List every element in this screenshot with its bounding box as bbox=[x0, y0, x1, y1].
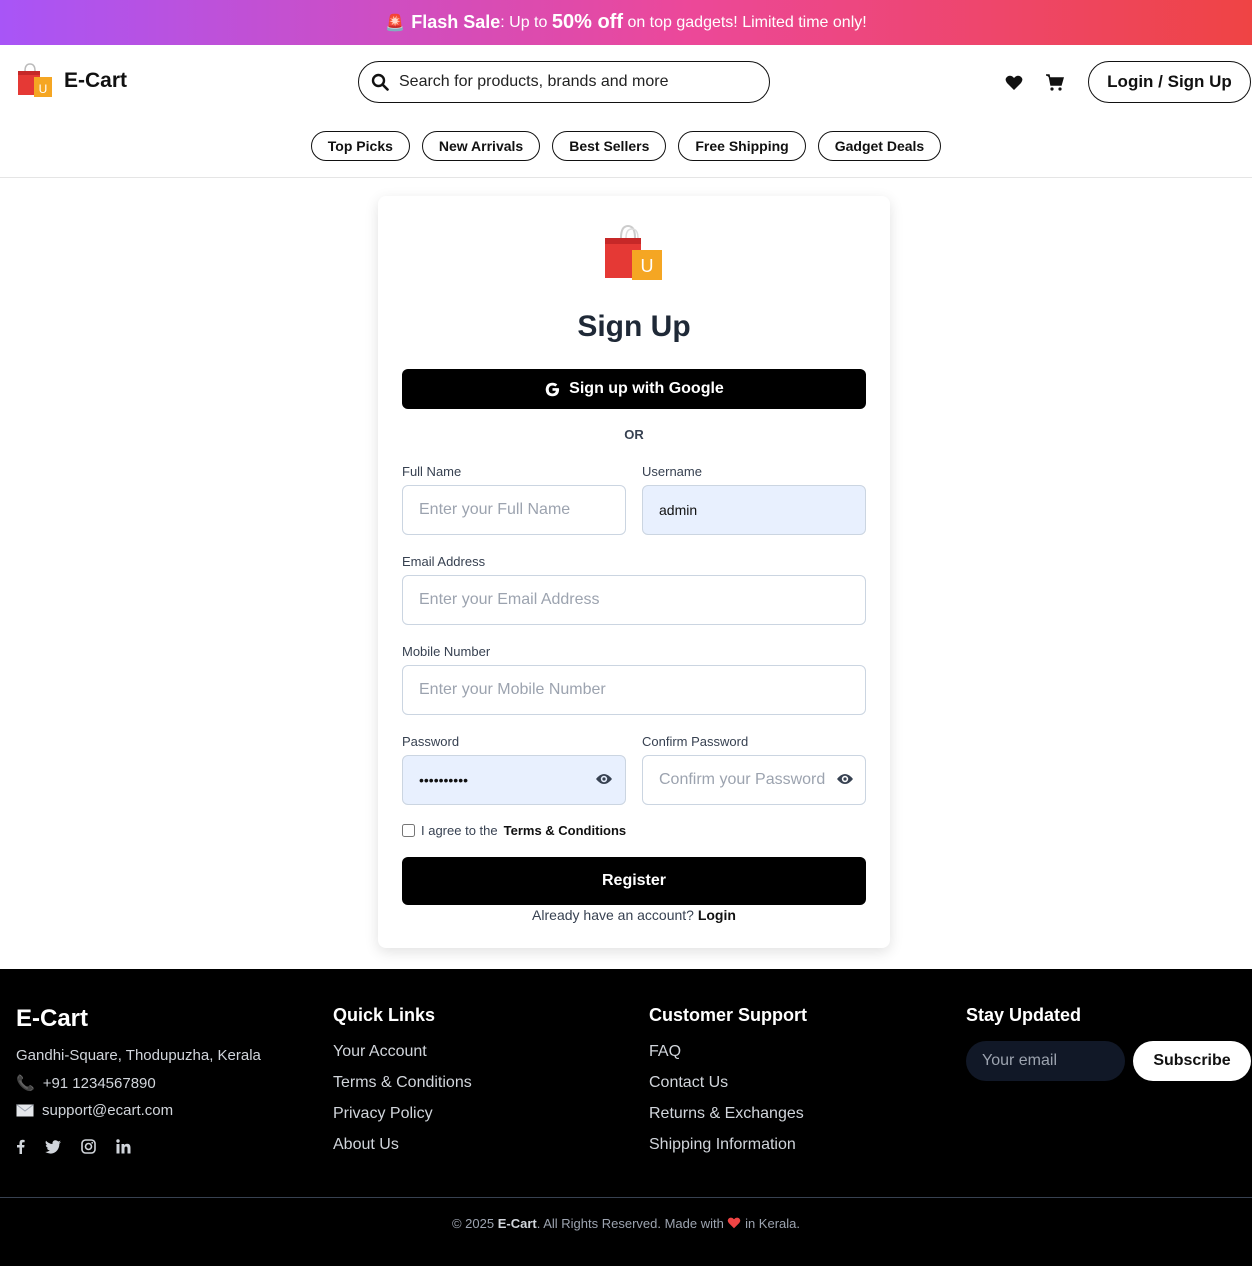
category-best-sellers[interactable]: Best Sellers bbox=[552, 131, 667, 161]
site-header: U E-Cart Login / Sign Up bbox=[0, 45, 1252, 122]
google-icon bbox=[545, 382, 560, 396]
shopping-bag-logo: U bbox=[18, 63, 52, 97]
terms-link[interactable]: Terms & Conditions bbox=[504, 823, 627, 838]
main-content: U Sign Up Sign up with Google OR Full Na… bbox=[0, 178, 1252, 969]
heart-icon bbox=[728, 1217, 741, 1229]
copyright-brand: E-Cart bbox=[497, 1216, 537, 1231]
footer-brand-column: E-Cart Gandhi-Square, Thodupuzha, Kerala… bbox=[16, 1005, 261, 1154]
link-your-account[interactable]: Your Account bbox=[333, 1043, 472, 1061]
category-nav: Top Picks New Arrivals Best Sellers Free… bbox=[0, 122, 1252, 178]
footer-address: Gandhi-Square, Thodupuzha, Kerala bbox=[16, 1047, 261, 1064]
twitter-icon[interactable] bbox=[45, 1139, 61, 1154]
category-top-picks[interactable]: Top Picks bbox=[310, 131, 410, 161]
mail-icon bbox=[16, 1104, 34, 1117]
already-text: Already have an account? bbox=[532, 907, 694, 923]
copyright-post: in Kerala. bbox=[741, 1216, 801, 1231]
agree-text: I agree to the bbox=[421, 823, 498, 838]
search-bar[interactable] bbox=[358, 61, 770, 103]
link-terms[interactable]: Terms & Conditions bbox=[333, 1074, 472, 1092]
link-shipping[interactable]: Shipping Information bbox=[649, 1136, 807, 1154]
footer-divider bbox=[0, 1197, 1252, 1198]
confirm-password-label: Confirm Password bbox=[642, 734, 749, 749]
link-about[interactable]: About Us bbox=[333, 1136, 472, 1154]
flash-text-1: : Up to bbox=[500, 13, 548, 31]
quick-links-title: Quick Links bbox=[333, 1005, 436, 1025]
copyright-pre: © 2025 bbox=[451, 1216, 498, 1231]
flash-sale-label: Flash Sale bbox=[411, 12, 501, 32]
login-link[interactable]: Login bbox=[698, 907, 736, 923]
search-icon bbox=[371, 73, 389, 91]
shopping-bag-logo: U bbox=[605, 224, 662, 280]
subscribe-button[interactable]: Subscribe bbox=[1133, 1041, 1251, 1081]
footer-email-row: support@ecart.com bbox=[16, 1102, 261, 1119]
phone-icon: 📞 bbox=[16, 1075, 35, 1092]
flash-text-2: on top gadgets! Limited time only! bbox=[627, 13, 867, 31]
copyright: © 2025 E-Cart. All Rights Reserved. Made… bbox=[0, 1216, 1252, 1231]
flash-percent: 50% off bbox=[551, 11, 623, 33]
username-input[interactable] bbox=[642, 485, 866, 535]
mobile-input[interactable] bbox=[402, 665, 866, 715]
terms-agreement: I agree to the Terms & Conditions bbox=[402, 823, 626, 838]
siren-icon: 🚨 bbox=[385, 14, 406, 32]
link-faq[interactable]: FAQ bbox=[649, 1043, 807, 1061]
google-signup-button[interactable]: Sign up with Google bbox=[402, 369, 866, 409]
link-returns[interactable]: Returns & Exchanges bbox=[649, 1105, 807, 1123]
register-button[interactable]: Register bbox=[402, 857, 866, 905]
stay-updated-title: Stay Updated bbox=[966, 1005, 1082, 1025]
footer-phone: +91 1234567890 bbox=[42, 1074, 156, 1092]
instagram-icon[interactable] bbox=[81, 1139, 96, 1154]
brand-logo[interactable]: U E-Cart bbox=[16, 63, 127, 99]
cart-icon[interactable] bbox=[1046, 74, 1064, 91]
social-links bbox=[16, 1139, 261, 1154]
email-input[interactable] bbox=[402, 575, 866, 625]
link-privacy[interactable]: Privacy Policy bbox=[333, 1105, 472, 1123]
password-input[interactable] bbox=[402, 755, 626, 805]
brand-name: E-Cart bbox=[64, 69, 128, 92]
signup-title: Sign Up bbox=[577, 310, 691, 343]
footer-phone-row: 📞 +91 1234567890 bbox=[16, 1074, 261, 1093]
confirm-password-input[interactable] bbox=[642, 755, 866, 805]
category-gadget-deals[interactable]: Gadget Deals bbox=[817, 131, 942, 161]
search-input[interactable] bbox=[399, 73, 739, 91]
newsletter-email-input[interactable] bbox=[966, 1041, 1125, 1081]
already-account-text: Already have an account? Login bbox=[378, 907, 890, 923]
link-contact[interactable]: Contact Us bbox=[649, 1074, 807, 1092]
full-name-input[interactable] bbox=[402, 485, 626, 535]
eye-icon[interactable] bbox=[836, 772, 854, 786]
google-signup-label: Sign up with Google bbox=[569, 380, 724, 397]
support-title: Customer Support bbox=[649, 1005, 808, 1025]
footer-brand: E-Cart bbox=[16, 1005, 89, 1032]
category-new-arrivals[interactable]: New Arrivals bbox=[421, 131, 541, 161]
terms-checkbox[interactable] bbox=[402, 824, 415, 837]
svg-text:U: U bbox=[641, 256, 654, 276]
linkedin-icon[interactable] bbox=[116, 1139, 131, 1154]
category-free-shipping[interactable]: Free Shipping bbox=[678, 131, 806, 161]
email-label: Email Address bbox=[402, 554, 486, 569]
svg-text:U: U bbox=[39, 82, 48, 96]
support-column: Customer Support FAQ Contact Us Returns … bbox=[649, 1005, 807, 1154]
facebook-icon[interactable] bbox=[16, 1139, 25, 1154]
username-label: Username bbox=[642, 464, 702, 479]
eye-icon[interactable] bbox=[595, 772, 613, 786]
newsletter-column: Stay Updated bbox=[966, 1005, 1081, 1026]
or-divider: OR bbox=[624, 427, 644, 442]
mobile-label: Mobile Number bbox=[402, 644, 491, 659]
footer-email: support@ecart.com bbox=[42, 1102, 174, 1119]
signup-card: U Sign Up Sign up with Google OR Full Na… bbox=[378, 196, 890, 948]
full-name-label: Full Name bbox=[402, 464, 462, 479]
password-label: Password bbox=[402, 734, 460, 749]
site-footer: E-Cart Gandhi-Square, Thodupuzha, Kerala… bbox=[0, 969, 1252, 1266]
login-signup-button[interactable]: Login / Sign Up bbox=[1088, 61, 1251, 103]
copyright-mid: . All Rights Reserved. Made with bbox=[536, 1216, 728, 1231]
heart-icon[interactable] bbox=[1005, 75, 1023, 91]
flash-sale-banner: 🚨 Flash Sale : Up to 50% off on top gadg… bbox=[0, 0, 1252, 45]
quick-links-column: Quick Links Your Account Terms & Conditi… bbox=[333, 1005, 472, 1154]
